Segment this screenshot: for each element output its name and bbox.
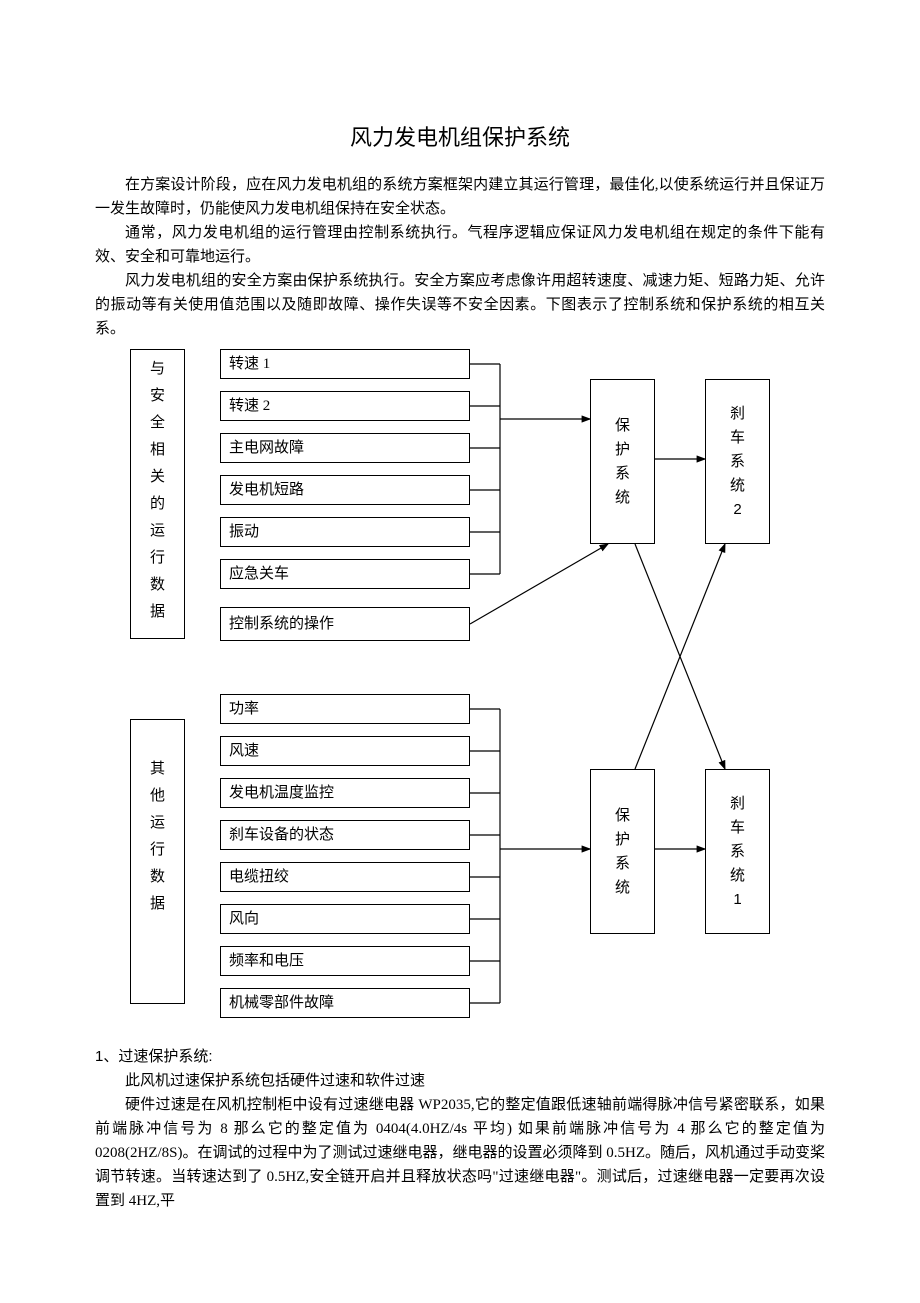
section-1-line1: 此风机过速保护系统包括硬件过速和软件过速: [95, 1069, 825, 1093]
paragraph-3: 风力发电机组的安全方案由保护系统执行。安全方案应考虑像许用超转速度、减速力矩、短…: [95, 269, 825, 341]
item-ctrl-op: 控制系统的操作: [220, 607, 470, 641]
brake-system-1: 刹 车 系 统 1: [705, 769, 770, 934]
item-freq-volt: 频率和电压: [220, 946, 470, 976]
item-speed2: 转速 2: [220, 391, 470, 421]
brake-system-2: 刹 车 系 统 2: [705, 379, 770, 544]
paragraph-2: 通常，风力发电机组的运行管理由控制系统执行。气程序逻辑应保证风力发电机组在规定的…: [95, 221, 825, 269]
item-emerg-stop: 应急关车: [220, 559, 470, 589]
system-diagram: 与 安 全 相 关 的 运 行 数 据 其 他 运 行 数 据 转速 1 转速 …: [100, 349, 820, 1039]
document-page: 风力发电机组保护系统 在方案设计阶段，应在风力发电机组的系统方案框架内建立其运行…: [0, 0, 920, 1273]
left-group-other: 其 他 运 行 数 据: [130, 719, 185, 1004]
item-windspeed: 风速: [220, 736, 470, 766]
item-mech-fault: 机械零部件故障: [220, 988, 470, 1018]
item-gen-temp: 发电机温度监控: [220, 778, 470, 808]
item-brake-state: 刹车设备的状态: [220, 820, 470, 850]
left-group-safety: 与 安 全 相 关 的 运 行 数 据: [130, 349, 185, 639]
section-1-line2: 硬件过速是在风机控制柜中设有过速继电器 WP2035,它的整定值跟低速轴前端得脉…: [95, 1093, 825, 1213]
page-title: 风力发电机组保护系统: [95, 120, 825, 155]
item-power: 功率: [220, 694, 470, 724]
item-gen-short: 发电机短路: [220, 475, 470, 505]
item-cable-twist: 电缆扭绞: [220, 862, 470, 892]
protect-system-top: 保 护 系 统: [590, 379, 655, 544]
item-grid-fault: 主电网故障: [220, 433, 470, 463]
section-1-heading: 1、过速保护系统:: [95, 1045, 825, 1069]
item-vibration: 振动: [220, 517, 470, 547]
protect-system-bottom: 保 护 系 统: [590, 769, 655, 934]
paragraph-1: 在方案设计阶段，应在风力发电机组的系统方案框架内建立其运行管理，最佳化,以使系统…: [95, 173, 825, 221]
item-speed1: 转速 1: [220, 349, 470, 379]
item-wind-dir: 风向: [220, 904, 470, 934]
